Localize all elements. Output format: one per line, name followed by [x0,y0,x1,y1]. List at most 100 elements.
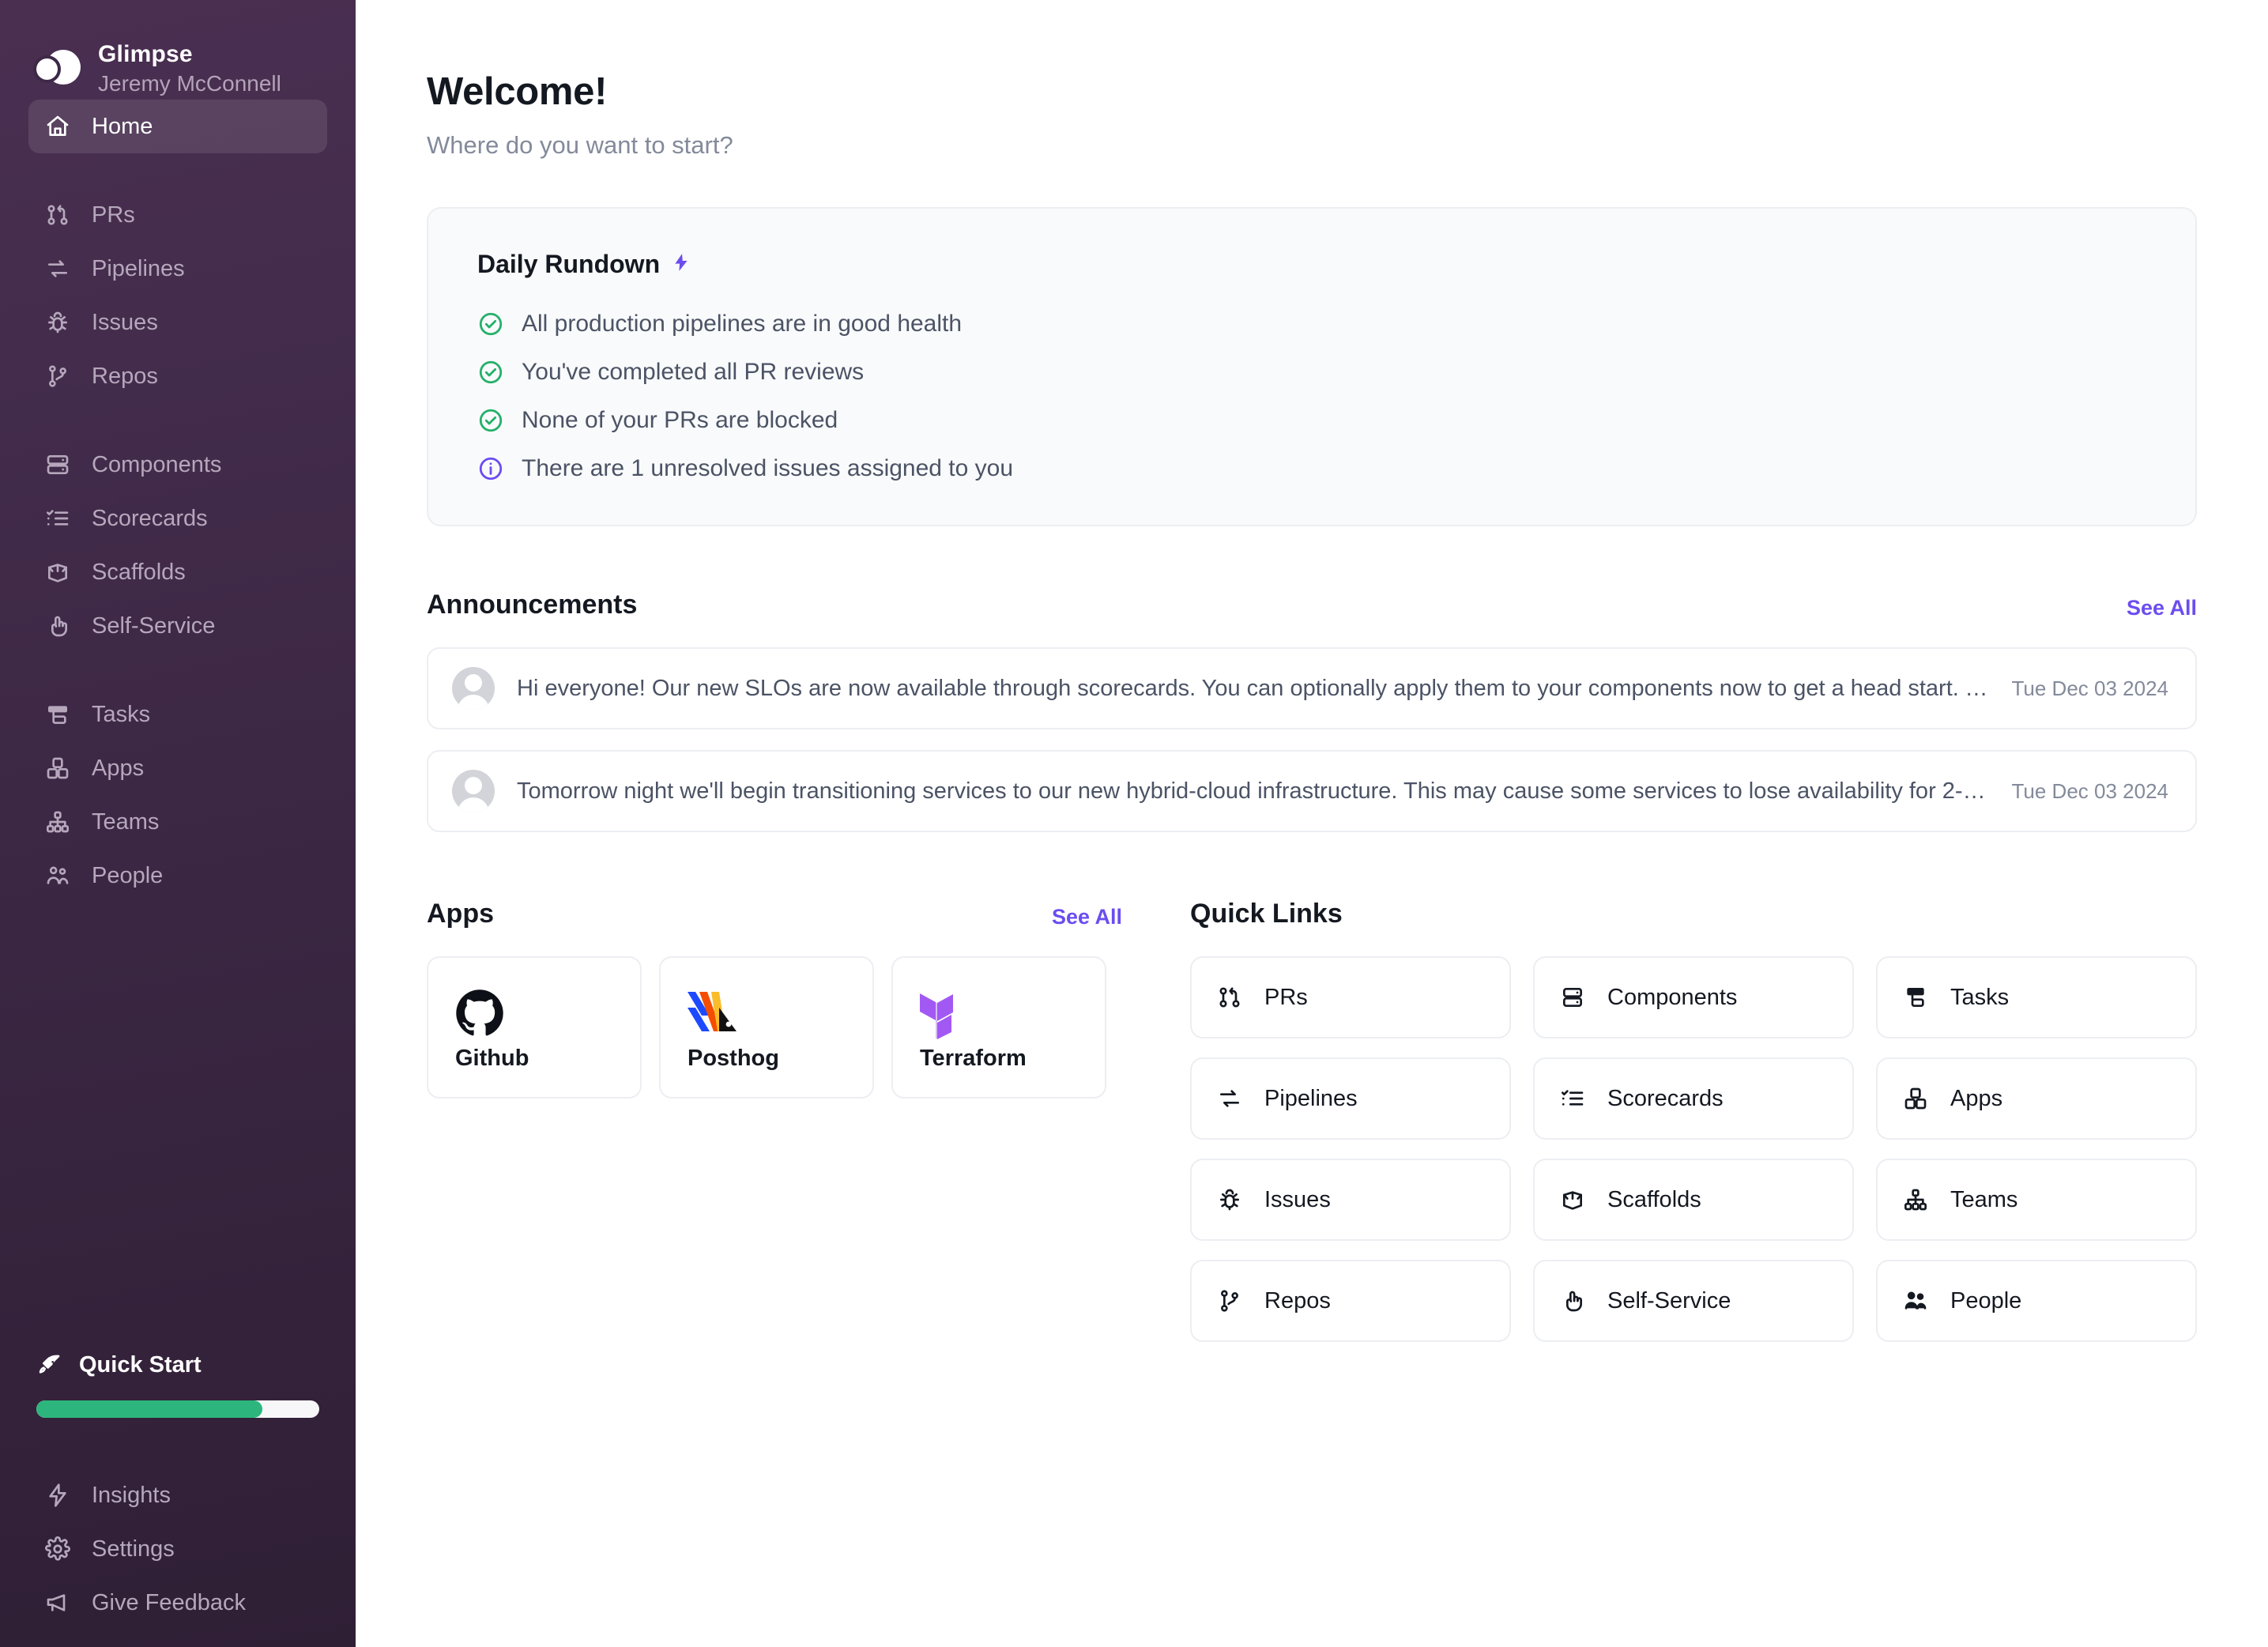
apps-see-all-link[interactable]: See All [1052,905,1122,929]
check-circle-icon [477,407,504,434]
server-icon [1560,985,1585,1010]
apps-header: Apps See All [427,899,1122,929]
quick-link-label: People [1950,1287,2022,1313]
announcements-see-all-link[interactable]: See All [2127,596,2197,620]
quick-link-prs[interactable]: PRs [1190,956,1511,1038]
sidebar-item-home[interactable]: Home [28,100,327,153]
apps-section: Apps See All Github Posthog Terraform [427,899,1122,1342]
apps-grid: Github Posthog Terraform [427,956,1122,1099]
sidebar-item-label: Scaffolds [92,559,186,585]
sidebar-item-settings[interactable]: Settings [28,1522,327,1576]
app-card-posthog[interactable]: Posthog [659,956,874,1099]
gear-icon [44,1536,71,1562]
quick-link-people[interactable]: People [1876,1260,2197,1342]
sidebar-item-insights[interactable]: Insights [28,1468,327,1522]
app-card-github[interactable]: Github [427,956,642,1099]
sidebar-item-give-feedback[interactable]: Give Feedback [28,1576,327,1630]
avatar [452,667,495,710]
git-branch-icon [44,363,71,390]
sidebar-item-label: Scorecards [92,505,208,531]
sidebar-item-label: Give Feedback [92,1589,247,1615]
tasks-icon [1903,985,1928,1010]
brand[interactable]: Glimpse Jeremy McConnell [0,0,356,100]
quick-link-repos[interactable]: Repos [1190,1260,1511,1342]
package-open-icon [1560,1187,1585,1212]
rundown-item: There are 1 unresolved issues assigned t… [477,455,2146,482]
announcement-row[interactable]: Tomorrow night we'll begin transitioning… [427,750,2197,832]
quick-link-label: Repos [1264,1287,1331,1313]
quick-link-components[interactable]: Components [1533,956,1854,1038]
sidebar-item-components[interactable]: Components [28,438,327,492]
sidebar-item-people[interactable]: People [28,849,327,903]
github-logo-icon [455,983,515,1043]
info-circle-icon [477,455,504,482]
app-root: Glimpse Jeremy McConnell Home PRs Pipeli… [0,0,2268,1647]
quick-links-header: Quick Links [1190,899,2197,929]
rundown-item-text: All production pipelines are in good hea… [522,311,963,337]
sidebar-item-scorecards[interactable]: Scorecards [28,492,327,545]
quick-start-button[interactable]: Quick Start [36,1352,319,1378]
avatar [452,770,495,812]
org-chart-icon [44,808,71,835]
rocket-icon [36,1353,62,1378]
quick-links-grid: PRs Components Tasks Pipelines Scorecard… [1190,956,2197,1342]
announcement-row[interactable]: Hi everyone! Our new SLOs are now availa… [427,647,2197,729]
announcements-list: Hi everyone! Our new SLOs are now availa… [427,647,2197,832]
server-icon [44,451,71,478]
org-chart-icon [1903,1187,1928,1212]
check-circle-icon [477,359,504,386]
announcements-title: Announcements [427,590,638,620]
main-content: Welcome! Where do you want to start? Dai… [356,0,2268,1647]
lightning-icon [44,1482,71,1509]
announcement-date: Tue Dec 03 2024 [2011,676,2168,700]
page-title: Welcome! [427,70,608,113]
sidebar-item-label: Teams [92,808,160,835]
rundown-item-text: None of your PRs are blocked [522,407,838,433]
sidebar-nav-group-3: Tasks Apps Teams People [0,688,356,903]
rundown-item: None of your PRs are blocked [477,407,2146,434]
quick-link-label: Components [1607,984,1738,1010]
sidebar-item-apps[interactable]: Apps [28,741,327,795]
quick-link-self-service[interactable]: Self-Service [1533,1260,1854,1342]
rundown-item: You've completed all PR reviews [477,359,2146,386]
quick-link-scaffolds[interactable]: Scaffolds [1533,1159,1854,1241]
pipelines-icon [44,255,71,282]
quick-link-apps[interactable]: Apps [1876,1057,2197,1140]
announcement-date: Tue Dec 03 2024 [2011,778,2168,803]
sidebar-item-scaffolds[interactable]: Scaffolds [28,545,327,599]
sidebar-item-label: Apps [92,755,145,781]
rundown-item: All production pipelines are in good hea… [477,311,2146,337]
sidebar-item-label: Insights [92,1482,171,1508]
sidebar-item-self-service[interactable]: Self-Service [28,599,327,653]
announcement-text: Hi everyone! Our new SLOs are now availa… [517,675,1988,701]
quick-link-issues[interactable]: Issues [1190,1159,1511,1241]
quick-link-tasks[interactable]: Tasks [1876,956,2197,1038]
quick-link-pipelines[interactable]: Pipelines [1190,1057,1511,1140]
sidebar-item-teams[interactable]: Teams [28,795,327,849]
rundown-item-text: There are 1 unresolved issues assigned t… [522,455,1014,481]
lower-sections: Apps See All Github Posthog Terraform Qu… [427,899,2197,1342]
sidebar-item-label: Repos [92,363,158,389]
announcement-text: Tomorrow night we'll begin transitioning… [517,778,1986,804]
quick-link-label: Scorecards [1607,1085,1724,1111]
sidebar-item-tasks[interactable]: Tasks [28,688,327,741]
pull-request-icon [44,202,71,228]
sidebar-item-label: Home [92,113,153,139]
git-branch-icon [1217,1288,1242,1313]
brand-name: Glimpse [98,40,193,67]
app-card-terraform[interactable]: Terraform [891,956,1106,1099]
sidebar-item-issues[interactable]: Issues [28,296,327,349]
quick-start-progress-fill [36,1400,263,1418]
quick-link-scorecards[interactable]: Scorecards [1533,1057,1854,1140]
bug-icon [1217,1187,1242,1212]
sidebar-item-repos[interactable]: Repos [28,349,327,403]
sidebar-item-label: Settings [92,1536,175,1562]
quick-link-label: Pipelines [1264,1085,1358,1111]
daily-rundown-title-text: Daily Rundown [477,250,661,278]
app-name: Terraform [920,1046,1027,1071]
sidebar-item-prs[interactable]: PRs [28,188,327,242]
sidebar-item-pipelines[interactable]: Pipelines [28,242,327,296]
sidebar-item-label: People [92,862,164,888]
pipelines-icon [1217,1086,1242,1111]
quick-link-teams[interactable]: Teams [1876,1159,2197,1241]
